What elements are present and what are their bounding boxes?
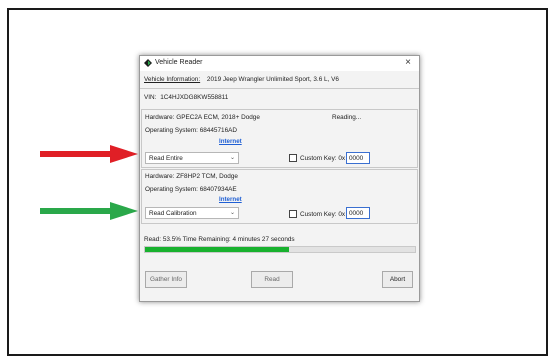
module-panel: Hardware: GPEC2A ECM, 2018+ Dodge Readin… — [141, 109, 418, 168]
custom-key-checkbox[interactable] — [289, 154, 297, 162]
vehicle-info-value: 2019 Jeep Wrangler Unlimited Sport, 3.6 … — [206, 76, 339, 83]
custom-key-value: 0000 — [349, 210, 364, 217]
read-mode-select[interactable]: Read Calibration ⌄ — [145, 207, 239, 219]
gather-info-button[interactable]: Gather Info — [145, 271, 187, 288]
chevron-down-icon: ⌄ — [229, 210, 235, 216]
custom-key-value: 0000 — [349, 155, 364, 162]
custom-key-label: Custom Key: 0x — [300, 155, 346, 162]
internet-link[interactable]: Internet — [219, 196, 242, 203]
module-panel: Hardware: ZF8HP2 TCM, Dodge Operating Sy… — [141, 169, 418, 224]
vehicle-info-label[interactable]: Vehicle Information: — [144, 76, 200, 83]
vin-row: VIN: 1C4HJXDG8KW558811 — [144, 91, 228, 104]
progress-text: Read: 53.5% Time Remaining: 4 minutes 27… — [144, 236, 295, 243]
green-arrow-icon — [40, 202, 138, 220]
read-button[interactable]: Read — [251, 271, 293, 288]
read-mode-value: Read Calibration — [149, 210, 197, 217]
title-bar[interactable]: Vehicle Reader × — [140, 56, 419, 71]
custom-key-input[interactable]: 0000 — [346, 207, 370, 219]
read-mode-select[interactable]: Read Entire ⌄ — [145, 152, 239, 164]
module-os: Operating System: 68407934AE — [145, 186, 237, 193]
module-hardware: Hardware: ZF8HP2 TCM, Dodge — [145, 173, 238, 180]
divider — [140, 88, 419, 89]
chevron-down-icon: ⌄ — [229, 155, 235, 161]
vin-value: 1C4HJXDG8KW558811 — [160, 94, 229, 101]
abort-button[interactable]: Abort — [382, 271, 413, 288]
window-title: Vehicle Reader — [155, 59, 203, 66]
read-mode-value: Read Entire — [149, 155, 183, 162]
progress-fill — [145, 247, 290, 252]
internet-link[interactable]: Internet — [219, 138, 242, 145]
custom-key-checkbox[interactable] — [289, 210, 297, 218]
close-icon[interactable]: × — [405, 57, 411, 68]
progress-bar — [144, 246, 416, 253]
custom-key-input[interactable]: 0000 — [346, 152, 370, 164]
vehicle-info-row: Vehicle Information: 2019 Jeep Wrangler … — [144, 73, 339, 86]
module-os: Operating System: 68445716AD — [145, 127, 238, 134]
vin-label: VIN: — [144, 94, 157, 101]
vehicle-reader-window: Vehicle Reader × Vehicle Information: 20… — [139, 55, 420, 302]
module-status: Reading... — [332, 114, 362, 121]
diamond-app-icon — [144, 59, 152, 67]
module-hardware: Hardware: GPEC2A ECM, 2018+ Dodge — [145, 114, 260, 121]
red-arrow-icon — [40, 145, 138, 163]
custom-key-label: Custom Key: 0x — [300, 211, 346, 218]
